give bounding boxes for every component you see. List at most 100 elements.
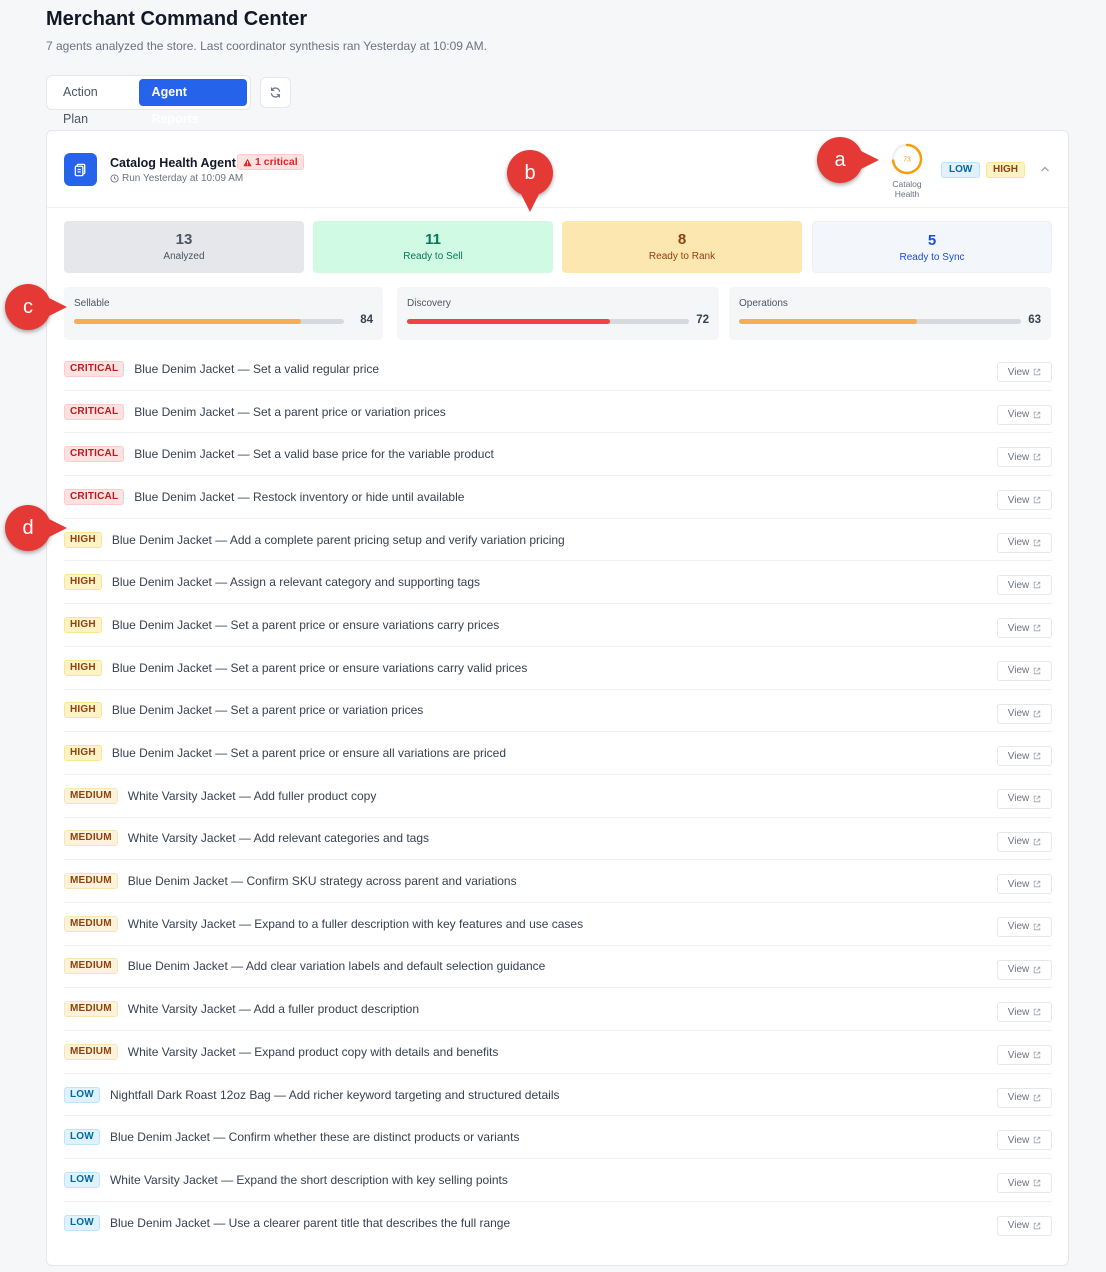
- clipboard-icon: [74, 163, 86, 177]
- refresh-button[interactable]: [260, 77, 291, 108]
- view-button[interactable]: View: [997, 831, 1052, 852]
- external-link-icon: [1034, 667, 1041, 675]
- view-button[interactable]: View: [997, 362, 1052, 382]
- view-button-label: View: [1007, 1134, 1030, 1146]
- view-button[interactable]: View: [997, 532, 1052, 553]
- view-button[interactable]: View: [997, 1002, 1052, 1023]
- chevron-up-icon[interactable]: [1039, 163, 1051, 175]
- external-link-icon: [1034, 582, 1041, 589]
- external-link-icon: [1034, 838, 1041, 845]
- page-title: Merchant Command Center: [46, 8, 308, 30]
- marker-letter: b: [524, 161, 536, 184]
- view-button[interactable]: View: [997, 703, 1052, 724]
- view-button-label: View: [1007, 1220, 1030, 1232]
- severity-badge: LOW: [64, 1171, 100, 1188]
- marker-letter: d: [22, 516, 34, 539]
- stat-label: Analyzed: [163, 251, 205, 262]
- run-info: Run Yesterday at 10:09 AM: [110, 173, 243, 184]
- marker-letter: a: [834, 148, 846, 171]
- view-button[interactable]: View: [997, 490, 1052, 511]
- recommendation-row: MEDIUM White Varsity Jacket — Expand to a…: [64, 903, 1052, 946]
- annotation-marker-a: a: [817, 137, 879, 183]
- warning-icon: [243, 158, 252, 166]
- severity-badge: MEDIUM: [64, 1001, 118, 1018]
- view-button-label: View: [1007, 1006, 1030, 1018]
- severity-badge: LOW: [64, 1215, 100, 1232]
- catalog-agent-icon: [64, 153, 97, 186]
- view-button[interactable]: View: [997, 959, 1052, 980]
- recommendation-row: CRITICAL Blue Denim Jacket — Set a parent…: [64, 391, 1052, 434]
- stat-analyzed: 13 Analyzed: [64, 221, 304, 273]
- view-button[interactable]: View: [997, 1215, 1052, 1236]
- recommendation-row: CRITICAL Blue Denim Jacket — Set a valid …: [64, 348, 1052, 391]
- view-button-label: View: [1007, 366, 1030, 378]
- tab-agent-reports[interactable]: Agent Reports: [138, 79, 247, 126]
- severity-badge: HIGH: [64, 574, 102, 591]
- recommendation-text: Blue Denim Jacket — Use a clearer parent…: [109, 1216, 511, 1231]
- meter-label: Operations: [739, 298, 788, 309]
- high-priority-chip: HIGH: [986, 162, 1025, 178]
- recommendation-text: Blue Denim Jacket — Confirm SKU strategy…: [127, 874, 517, 889]
- recommendation-text: Blue Denim Jacket — Add a complete paren…: [111, 532, 565, 547]
- view-button[interactable]: View: [997, 746, 1052, 767]
- critical-count-badge: 1 critical: [237, 154, 304, 170]
- merchant-command-center-page: Merchant Command Center 7 agents analyze…: [0, 0, 1106, 1272]
- meter-label: Discovery: [407, 298, 451, 309]
- view-button[interactable]: View: [997, 575, 1052, 596]
- view-button-label: View: [1007, 622, 1030, 634]
- external-link-icon: [1034, 1137, 1041, 1144]
- view-button[interactable]: View: [997, 447, 1052, 468]
- view-button-label: View: [1007, 708, 1030, 719]
- recommendation-text: Blue Denim Jacket — Set a parent price o…: [111, 617, 500, 632]
- view-button-label: View: [1007, 921, 1030, 933]
- view-tabs: Action Plan Agent Reports: [46, 75, 251, 126]
- severity-badge: MEDIUM: [64, 873, 118, 890]
- catalog-health-label: Catalog Health: [892, 179, 922, 199]
- agent-report-card: Catalog Health Agent 1 critical Run Yest…: [46, 130, 1069, 1266]
- annotation-marker-d: d: [5, 505, 67, 551]
- view-button-label: View: [1007, 665, 1030, 677]
- view-button[interactable]: View: [997, 916, 1052, 937]
- view-button[interactable]: View: [997, 788, 1052, 809]
- recommendation-row: MEDIUM White Varsity Jacket — Expand prod…: [64, 1031, 1052, 1074]
- meter-discovery: Discovery 72: [397, 287, 719, 340]
- view-button-label: View: [1007, 451, 1030, 463]
- external-link-icon: [1034, 1179, 1041, 1187]
- annotation-marker-b: b: [507, 150, 553, 212]
- view-button[interactable]: View: [997, 1173, 1052, 1194]
- external-link-icon: [1034, 368, 1041, 376]
- view-button[interactable]: View: [997, 1045, 1052, 1065]
- severity-badge: MEDIUM: [64, 958, 118, 975]
- meter-track: [74, 319, 344, 324]
- view-button[interactable]: View: [997, 404, 1052, 425]
- meter-label: Sellable: [74, 298, 110, 309]
- recommendation-row: HIGH Blue Denim Jacket — Set a parent pri…: [64, 604, 1052, 647]
- recommendation-row: MEDIUM Blue Denim Jacket — Add clear vari…: [64, 946, 1052, 989]
- tab-action-plan[interactable]: Action Plan: [50, 79, 137, 126]
- stat-label: Ready to Rank: [648, 251, 716, 262]
- meter-sellable: Sellable 84: [64, 287, 383, 340]
- recommendation-row: HIGH Blue Denim Jacket — Set a parent pri…: [64, 732, 1052, 775]
- view-button[interactable]: View: [997, 1087, 1052, 1108]
- view-button[interactable]: View: [997, 660, 1052, 681]
- view-button[interactable]: View: [997, 618, 1052, 639]
- recommendation-text: Blue Denim Jacket — Add clear variation …: [127, 959, 546, 974]
- view-button-label: View: [1007, 878, 1030, 890]
- recommendation-row: MEDIUM White Varsity Jacket — Add a fulle…: [64, 988, 1052, 1031]
- recommendation-list: CRITICAL Blue Denim Jacket — Set a valid …: [64, 348, 1052, 1244]
- view-button-label: View: [1007, 1092, 1030, 1104]
- stat-ready-to-sell: 11 Ready to Sell: [313, 221, 553, 273]
- meter-operations: Operations 63: [729, 287, 1051, 340]
- view-button-label: View: [1007, 579, 1030, 591]
- severity-badge: HIGH: [64, 745, 102, 762]
- meter-track: [407, 319, 689, 324]
- meter-value: 63: [1028, 314, 1041, 326]
- low-priority-chip: LOW: [941, 162, 981, 178]
- view-button[interactable]: View: [997, 1130, 1052, 1151]
- recommendation-text: Blue Denim Jacket — Set a parent price o…: [111, 660, 528, 675]
- view-button-label: View: [1007, 793, 1030, 805]
- view-button[interactable]: View: [997, 874, 1052, 895]
- severity-badge: LOW: [64, 1129, 100, 1146]
- agent-card-header[interactable]: Catalog Health Agent 1 critical Run Yest…: [47, 131, 1068, 208]
- meter-value: 84: [360, 314, 373, 326]
